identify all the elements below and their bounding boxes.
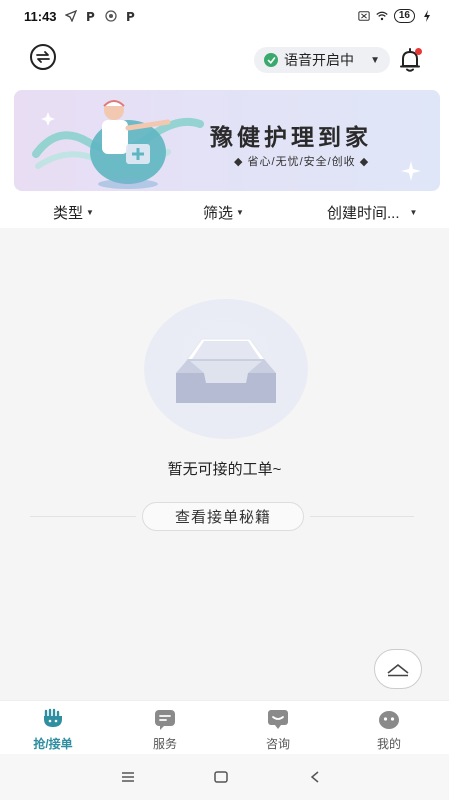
sim-off-icon bbox=[358, 10, 370, 22]
status-bar: 11:43 P P 16 bbox=[0, 0, 449, 32]
home-button[interactable] bbox=[211, 768, 231, 786]
divider-right bbox=[310, 516, 414, 517]
filter-type[interactable]: 类型 ▼ bbox=[53, 202, 94, 223]
home-square-icon bbox=[214, 771, 228, 783]
location-arrow-icon bbox=[64, 10, 77, 22]
order-tips-button[interactable]: 查看接单秘籍 bbox=[142, 502, 304, 531]
wifi-icon bbox=[376, 10, 388, 22]
menu-lines-icon bbox=[122, 772, 134, 782]
banner-subtitle: ◆ 省心/无忧/安全/创收 ◆ bbox=[234, 156, 370, 168]
caret-down-icon: ▼ bbox=[409, 208, 418, 217]
voice-toggle-dropdown[interactable]: 语音开启中 ▼ bbox=[254, 47, 390, 73]
svg-text:P: P bbox=[126, 10, 135, 22]
recent-apps-button[interactable] bbox=[118, 768, 138, 786]
tab-profile-label: 我的 bbox=[376, 737, 401, 751]
tab-grab-order-label: 抢/接单 bbox=[33, 737, 73, 751]
sparkle-icon bbox=[401, 161, 421, 181]
tab-consult-label: 咨询 bbox=[265, 737, 290, 751]
parking-app-icon: P bbox=[125, 10, 137, 22]
service-icon bbox=[155, 710, 175, 730]
bottom-tab-bar: 抢/接单 服务 咨询 我的 bbox=[0, 700, 449, 754]
voice-status-label: 语音开启中 bbox=[284, 52, 354, 68]
filter-bar: 类型 ▼ 筛选 ▼ 创建时间... ▼ bbox=[0, 198, 449, 228]
app-header: 语音开启中 ▼ bbox=[0, 32, 449, 88]
consult-icon bbox=[268, 710, 288, 729]
filter-created-time-label: 创建时间... bbox=[327, 205, 400, 222]
status-time: 11:43 bbox=[24, 8, 57, 24]
empty-inbox-icon bbox=[176, 338, 276, 403]
promo-banner[interactable]: 豫健护理到家 ◆ 省心/无忧/安全/创收 ◆ bbox=[14, 90, 440, 191]
parking-app-icon: P bbox=[85, 10, 97, 22]
banner-title: 豫健护理到家 bbox=[210, 124, 372, 150]
empty-state-message: 暂无可接的工单~ bbox=[167, 461, 282, 478]
notification-bell-button[interactable] bbox=[396, 46, 424, 74]
empty-state-illustration bbox=[144, 299, 308, 439]
tab-consult[interactable]: 咨询 bbox=[238, 707, 318, 752]
chevron-up-icon bbox=[387, 663, 409, 677]
app-notification-icon bbox=[104, 10, 117, 22]
check-circle-icon bbox=[264, 53, 278, 67]
filter-created-time[interactable]: 创建时间... ▼ bbox=[327, 202, 417, 223]
caret-down-icon: ▼ bbox=[86, 208, 94, 217]
filter-screen-label: 筛选 bbox=[203, 205, 234, 222]
battery-indicator: 16 bbox=[393, 9, 415, 23]
notification-dot bbox=[415, 48, 422, 55]
grab-order-icon bbox=[44, 708, 62, 727]
nurse-illustration-icon bbox=[32, 100, 204, 189]
back-chevron-icon bbox=[310, 771, 319, 783]
caret-down-icon: ▼ bbox=[370, 54, 380, 66]
tab-grab-order[interactable]: 抢/接单 bbox=[13, 707, 93, 752]
tab-profile[interactable]: 我的 bbox=[349, 707, 429, 752]
charging-icon bbox=[421, 10, 433, 22]
caret-down-icon: ▼ bbox=[236, 208, 244, 217]
back-button[interactable] bbox=[305, 768, 325, 786]
profile-icon bbox=[379, 711, 399, 729]
filter-screen[interactable]: 筛选 ▼ bbox=[203, 202, 244, 223]
system-navigation-bar bbox=[0, 754, 449, 800]
svg-text:P: P bbox=[86, 10, 95, 22]
tab-service-label: 服务 bbox=[152, 737, 177, 751]
tab-service[interactable]: 服务 bbox=[125, 707, 205, 752]
scroll-to-top-button[interactable] bbox=[374, 649, 422, 689]
swap-arrows-icon bbox=[36, 51, 50, 63]
divider-left bbox=[30, 516, 136, 517]
switch-role-button[interactable] bbox=[30, 44, 56, 70]
filter-type-label: 类型 bbox=[53, 205, 84, 222]
